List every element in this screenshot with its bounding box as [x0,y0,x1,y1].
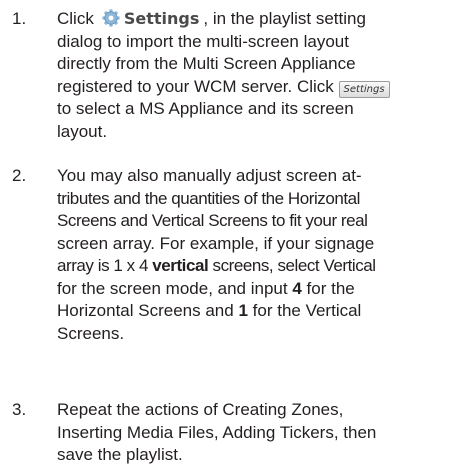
item-text: You may also manually adjust screen at- … [57,165,467,345]
text: for the screen mode, and input [57,278,288,298]
line: Screens. [57,323,125,343]
line: Click Settings , in the playlist setting [57,8,467,31]
document-page: 1. Click Settings , in the playlist sett… [0,0,475,475]
line: Repeat the actions of Creating Zones, [57,400,344,419]
line: to select a MS Appliance and its screen [57,99,354,118]
text: Click [57,9,94,28]
text: Horizontal Screens and [57,301,234,320]
item-text: Repeat the actions of Creating Zones, In… [57,399,467,467]
text: for the Vertical [252,301,362,320]
line: tributes and the quantities of the Horiz… [57,188,360,208]
item-text: Click Settings , in the playlist setting… [57,8,467,143]
bold-text: 1 [238,301,248,320]
line: You may also manually adjust screen at- [57,166,362,185]
text: array is 1 x 4 [57,256,149,275]
line: Screens and Vertical Screens to fit your… [57,211,368,230]
text: registered to your WCM server. Click [57,76,334,96]
gear-icon[interactable] [100,9,122,27]
line: screen array. For example, if your signa… [57,233,375,253]
item-number: 2. [12,166,27,185]
line: for the screen mode, and input 4 for the [57,278,467,301]
line: layout. [57,121,108,141]
item-number: 1. [12,9,27,28]
line: Inserting Media Files, Adding Tickers, t… [57,422,377,442]
line: directly from the Multi Screen Appliance [57,54,356,73]
line: registered to your WCM server. Click Set… [57,76,467,99]
settings-link[interactable]: Settings [124,9,200,28]
line: array is 1 x 4 vertical screens, select … [57,255,467,278]
text: , in the playlist setting [203,9,366,28]
bold-text: 4 [292,278,302,298]
item-number: 3. [12,400,27,419]
line: save the playlist. [57,445,183,464]
text: screens, select Vertical [212,256,377,275]
bold-text: vertical [152,256,209,275]
line: dialog to import the multi-screen layout [57,31,349,51]
line: Horizontal Screens and 1 for the Vertica… [57,300,467,323]
settings-button[interactable]: Settings [338,80,390,98]
text: for the [306,278,355,298]
